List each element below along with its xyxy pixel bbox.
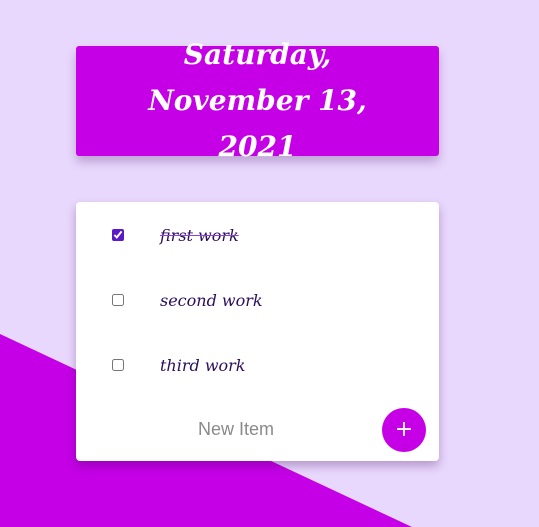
new-item-input[interactable] (166, 414, 306, 444)
add-button[interactable]: + (382, 408, 426, 452)
todo-list-box: first work second work third work + (76, 202, 439, 461)
todo-item-3[interactable]: third work (76, 350, 439, 380)
todo-item-1[interactable]: first work (76, 220, 439, 250)
todo-item-label: third work (160, 355, 246, 375)
todo-item-label: second work (160, 290, 263, 310)
todo-item-2[interactable]: second work (76, 285, 439, 315)
todo-item-checkbox[interactable] (112, 359, 124, 371)
plus-icon: + (394, 417, 414, 442)
date-header: Saturday, November 13, 2021 (76, 38, 439, 163)
todo-item-label: first work (160, 225, 239, 245)
todo-item-checkbox[interactable] (112, 229, 124, 241)
new-item-form: + (76, 406, 439, 452)
todo-item-checkbox[interactable] (112, 294, 124, 306)
date-title: Saturday, November 13, 2021 (148, 38, 367, 163)
